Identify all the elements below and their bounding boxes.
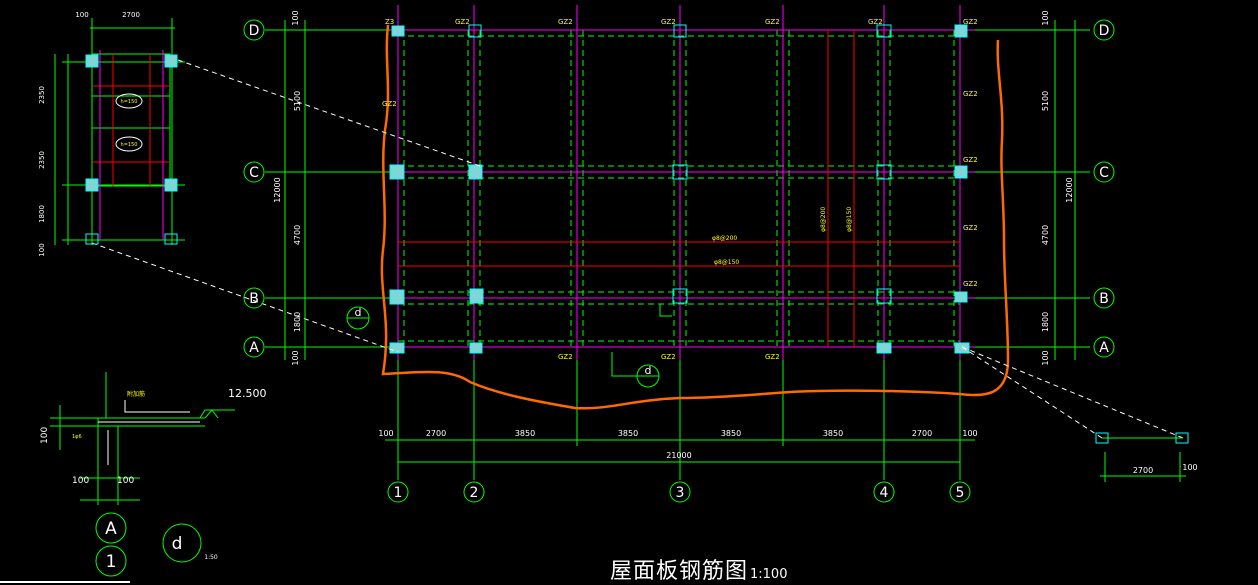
row-label-B-left: B [249, 291, 259, 307]
dim-right-span: 5100 [1041, 91, 1050, 111]
section-mark-bottom-label: d [645, 364, 652, 377]
row-label-D-right: D [1099, 23, 1110, 39]
legend-axis-label: A [105, 519, 117, 539]
detail-width: 2700 [122, 11, 140, 19]
beam-label: GZ2 [661, 18, 676, 26]
beam-label: GZ2 [765, 18, 780, 26]
dim-span: 2700 [426, 429, 446, 438]
column [389, 164, 405, 180]
section-detail: 12.500 附加筋 1φ6 100 100 100 [40, 372, 267, 505]
column [954, 24, 968, 38]
rebar-note-v2: φ8@150 [846, 207, 853, 232]
beam-label: GZ2 [963, 280, 978, 288]
legend-number-label: 1 [106, 552, 117, 572]
column [954, 291, 968, 303]
column [469, 288, 484, 304]
rebar-note-h2: φ8@150 [714, 259, 739, 266]
section-mark-left-label: d [355, 306, 362, 319]
dim-right-edge: 100 [1041, 350, 1050, 365]
zoom-width: 2700 [1133, 466, 1153, 475]
row-label-C-right: C [1099, 165, 1109, 181]
col-label-5: 5 [956, 485, 965, 501]
beam-label: GZ2 [455, 18, 470, 26]
column-tag: Z3 [385, 18, 394, 26]
dim-right-span: 4700 [1041, 225, 1050, 245]
dim-span: 3850 [823, 429, 843, 438]
slab-note: h=150 [121, 142, 138, 148]
section-dim: 100 [117, 476, 134, 486]
row-label-A-right: A [1099, 340, 1109, 356]
col-label-1: 1 [394, 485, 403, 501]
detail-bottom-edge: 100 [38, 243, 46, 256]
dim-span: 3850 [721, 429, 741, 438]
beam-label: GZ2 [868, 18, 883, 26]
beam-label: GZ2 [558, 353, 573, 361]
section-dim: 100 [72, 476, 89, 486]
dim-span: 2700 [912, 429, 932, 438]
dim-total: 21000 [666, 451, 691, 460]
detail-edge: 100 [75, 11, 88, 19]
beam-label: GZ2 [963, 90, 978, 98]
dim-left-span: 1800 [293, 312, 302, 332]
beam-label: GZ2 [963, 156, 978, 164]
dim-edge-left: 100 [378, 429, 393, 438]
column [954, 342, 970, 354]
column [954, 165, 968, 179]
rebar-note-v1: φ8@200 [820, 207, 827, 232]
column [876, 342, 892, 354]
beam-label: GZ2 [765, 353, 780, 361]
axis-bubbles [243, 19, 1115, 503]
dim-left-total: 12000 [273, 177, 282, 202]
row-label-B-right: B [1099, 291, 1109, 307]
row-label-A-left: A [249, 340, 259, 356]
slab-note: h=150 [121, 99, 138, 105]
detail-plan: 2700 100 2350 2350 1800 100 h=150 h=150 [38, 11, 185, 257]
drawing-scale: 1:100 [750, 567, 788, 582]
dim-left-span: 5100 [293, 91, 302, 111]
detail-height: 2350 [38, 86, 46, 104]
beam-label: GZ2 [382, 100, 397, 108]
beam-label: GZ2 [963, 224, 978, 232]
row-label-C-left: C [249, 165, 259, 181]
zoom-edge: 100 [1182, 463, 1197, 472]
rebar-note-h1: φ8@200 [712, 235, 737, 242]
drawing-title: 屋面板钢筋图 [610, 559, 749, 584]
legend-section-label: d [172, 534, 183, 554]
dim-left-edge: 100 [291, 10, 300, 25]
column [468, 164, 483, 180]
dim-left-span: 4700 [293, 225, 302, 245]
dim-span: 3850 [515, 429, 535, 438]
magenta-axes [390, 5, 975, 360]
section-small: 1φ6 [72, 434, 82, 440]
dim-right-edge: 100 [1041, 10, 1050, 25]
dim-left-edge: 100 [291, 350, 300, 365]
elevation: 12.500 [228, 387, 267, 400]
rebar-callout: 附加筋 [127, 390, 145, 398]
beam-label: GZ2 [963, 18, 978, 26]
leader-lines [91, 59, 1184, 439]
column [389, 342, 405, 354]
zoom-detail: 2700 100 [1095, 432, 1198, 482]
column [468, 24, 482, 38]
dim-right-total: 12000 [1065, 177, 1074, 202]
beam-label: GZ2 [661, 353, 676, 361]
col-label-3: 3 [676, 485, 685, 501]
detail-height: 2350 [38, 151, 46, 169]
dim-edge-right: 100 [962, 429, 977, 438]
detail-height: 1800 [38, 205, 46, 223]
row-label-D-left: D [249, 23, 260, 39]
legend-section-scale: 1:50 [204, 554, 218, 561]
dim-span: 3850 [618, 429, 638, 438]
section-dim: 100 [40, 427, 50, 444]
col-label-4: 4 [880, 485, 889, 501]
column [389, 289, 405, 305]
beam-label: GZ2 [558, 18, 573, 26]
dim-right-span: 1800 [1041, 312, 1050, 332]
drawing-canvas: D C B A D C B A 1 2 3 4 5 100 2700 3850 [0, 5, 1198, 583]
column [391, 25, 405, 37]
col-label-2: 2 [470, 485, 479, 501]
column [469, 342, 483, 354]
